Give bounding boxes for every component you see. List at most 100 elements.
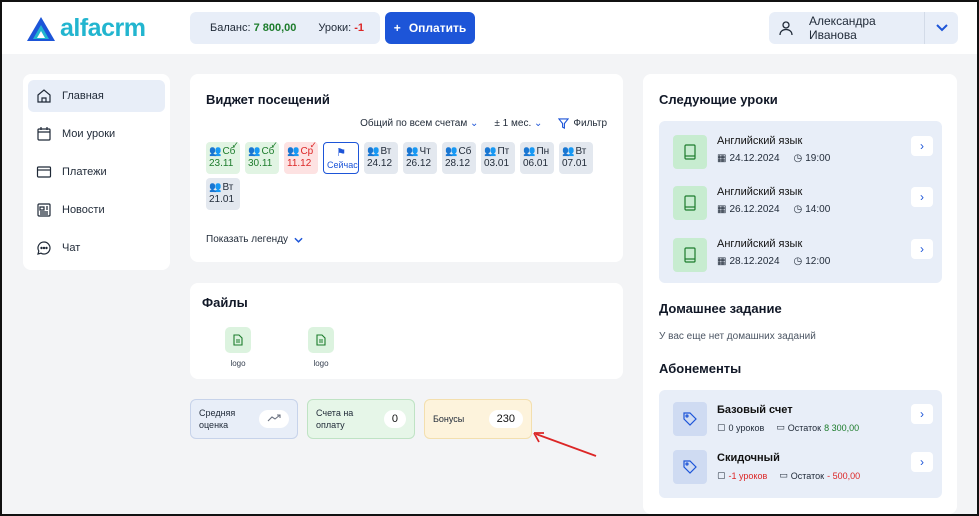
visit-day-now[interactable]: ⚑ Сейчас <box>323 142 359 174</box>
card-icon <box>36 166 52 178</box>
visits-day-grid: ✓ 👥 Сб 23.11 ✓ 👥 Сб 30.11 ✓ 👥 Ср 11.12 ⚑ Се… <box>206 140 616 210</box>
pay-button[interactable]: + Оплатить <box>385 12 475 44</box>
visit-day[interactable]: 👥 Пн 06.01 <box>520 142 554 174</box>
user-menu[interactable]: Александра Иванова <box>769 12 958 44</box>
group-icon: 👥 <box>209 146 222 157</box>
account-filter-label: Общий по всем счетам <box>360 118 468 129</box>
lesson-item[interactable]: Английский язык ▦ 24.12.2024 ◷ 19:00 › <box>673 133 933 173</box>
sidebar-item-my-lessons[interactable]: Мои уроки <box>28 118 165 150</box>
visit-day[interactable]: 👥 Чт 26.12 <box>403 142 437 174</box>
visit-day-dow: Сейчас <box>327 160 358 170</box>
balance-value: 7 800,00 <box>253 22 297 34</box>
filter-button[interactable]: Фильтр <box>558 118 607 129</box>
visit-day[interactable]: 👥 Вт 21.01 <box>206 178 240 210</box>
sidebar-item-label: Мои уроки <box>62 128 116 140</box>
lesson-item[interactable]: Английский язык ▦ 26.12.2024 ◷ 14:00 › <box>673 184 933 224</box>
visit-day[interactable]: 👥 Вт 24.12 <box>364 142 398 174</box>
visits-filters: Общий по всем счетам ⌄ ± 1 мес. ⌄ Фильтр <box>360 118 607 129</box>
chevron-down-icon: ⌄ <box>470 118 479 129</box>
visit-day-dow: Сб <box>458 146 472 157</box>
user-avatar-icon <box>769 12 803 44</box>
subscription-lessons: -1 уроков <box>728 470 768 481</box>
chevron-down-icon <box>294 237 303 243</box>
account-filter-dropdown[interactable]: Общий по всем счетам ⌄ <box>360 118 478 129</box>
visits-widget: Виджет посещений Общий по всем счетам ⌄ … <box>190 74 623 262</box>
subscription-name: Скидочный <box>717 452 780 464</box>
tag-icon <box>673 402 707 436</box>
chevron-right-icon[interactable]: › <box>911 187 933 207</box>
subscription-rest-value: 8 300,00 <box>824 422 860 433</box>
chevron-right-icon[interactable]: › <box>911 404 933 424</box>
invoices-card[interactable]: Счета на оплату 0 <box>307 399 415 439</box>
file-name: logo <box>230 359 246 368</box>
bonuses-card[interactable]: Бонусы 230 <box>424 399 532 439</box>
chevron-right-icon[interactable]: › <box>911 136 933 156</box>
chevron-right-icon[interactable]: › <box>911 239 933 259</box>
file-icon <box>308 327 334 353</box>
sidebar-item-label: Главная <box>62 90 104 102</box>
chevron-down-icon[interactable] <box>924 12 958 44</box>
invoices-value: 0 <box>383 410 406 428</box>
book-open-icon: ▢ <box>717 470 726 480</box>
sidebar-item-home[interactable]: Главная <box>28 80 165 112</box>
lesson-time: 12:00 <box>805 256 831 267</box>
file-item[interactable]: logo <box>301 327 341 368</box>
lesson-item[interactable]: Английский язык ▦ 28.12.2024 ◷ 12:00 › <box>673 236 933 276</box>
visit-day-dow: Вт <box>380 146 392 157</box>
group-icon: 👥 <box>484 146 497 157</box>
logo[interactable]: alfacrm <box>26 14 146 43</box>
sidebar-item-label: Новости <box>62 204 105 216</box>
group-icon: 👥 <box>406 146 419 157</box>
clock-icon: ◷ <box>793 256 803 267</box>
next-lessons-list: Английский язык ▦ 24.12.2024 ◷ 19:00 › Анг… <box>659 121 942 283</box>
visit-day[interactable]: ✓ 👥 Сб 23.11 <box>206 140 240 174</box>
file-item[interactable]: logo <box>218 327 258 368</box>
subscription-rest-label: Остаток <box>790 470 825 481</box>
visit-day[interactable]: 👥 Вт 07.01 <box>559 142 593 174</box>
show-legend-label: Показать легенду <box>206 234 289 245</box>
sidebar-item-news[interactable]: Новости <box>28 194 165 226</box>
visit-day-dow: Вт <box>575 146 587 157</box>
group-icon: 👥 <box>445 146 458 157</box>
book-open-icon: ▢ <box>717 422 726 432</box>
book-icon <box>673 135 707 169</box>
visit-day[interactable]: 👥 Пт 03.01 <box>481 142 515 174</box>
news-icon <box>37 203 51 217</box>
home-icon <box>37 89 51 103</box>
app-frame: alfacrm Баланс: 7 800,00 Уроки: -1 + Опл… <box>0 0 979 516</box>
pay-button-label: Оплатить <box>408 21 467 35</box>
period-filter-dropdown[interactable]: ± 1 мес. ⌄ <box>494 118 542 129</box>
lesson-date: 24.12.2024 <box>729 153 780 164</box>
sidebar-item-payments[interactable]: Платежи <box>28 156 165 188</box>
sidebar-item-label: Платежи <box>62 166 107 178</box>
period-filter-label: ± 1 мес. <box>494 118 532 129</box>
subscription-item[interactable]: Базовый счет ▢ 0 уроков ▭ Остаток 8 300,00 … <box>673 400 933 440</box>
calendar-icon: ▦ <box>717 153 727 164</box>
visit-day[interactable]: ✓ 👥 Сб 30.11 <box>245 140 279 174</box>
visit-day-date: 26.12 <box>406 158 432 169</box>
show-legend-link[interactable]: Показать легенду <box>206 234 303 245</box>
chevron-right-icon[interactable]: › <box>911 452 933 472</box>
sidebar-item-chat[interactable]: Чат <box>28 232 165 264</box>
visit-day-date: 11.12 <box>287 158 312 169</box>
lesson-name: Английский язык <box>717 238 803 250</box>
right-panel: Следующие уроки Английский язык ▦ 24.12.2… <box>643 74 957 514</box>
flag-icon: ⚑ <box>336 147 346 159</box>
visit-day-dow: Чт <box>419 146 431 157</box>
files-title: Файлы <box>202 295 248 310</box>
visit-day[interactable]: ✓ 👥 Ср 11.12 <box>284 140 318 174</box>
balance-box: Баланс: 7 800,00 Уроки: -1 <box>190 12 380 44</box>
average-grade-card[interactable]: Средняя оценка <box>190 399 298 439</box>
visits-title: Виджет посещений <box>206 92 330 107</box>
visit-day-dow: Пт <box>497 146 510 157</box>
visit-day[interactable]: 👥 Сб 28.12 <box>442 142 476 174</box>
logo-text: alfacrm <box>60 14 146 42</box>
visit-day-dow: Пн <box>536 146 550 157</box>
group-icon: 👥 <box>248 146 261 157</box>
group-icon: 👥 <box>523 146 536 157</box>
files-card: Файлы logo logo <box>190 283 623 379</box>
next-lessons-title: Следующие уроки <box>659 92 778 107</box>
subscription-item[interactable]: Скидочный ▢ -1 уроков ▭ Остаток - 500,00 › <box>673 448 933 488</box>
plus-icon: + <box>393 21 401 35</box>
sidebar: Главная Мои уроки Платежи Новости Чат <box>23 74 170 270</box>
